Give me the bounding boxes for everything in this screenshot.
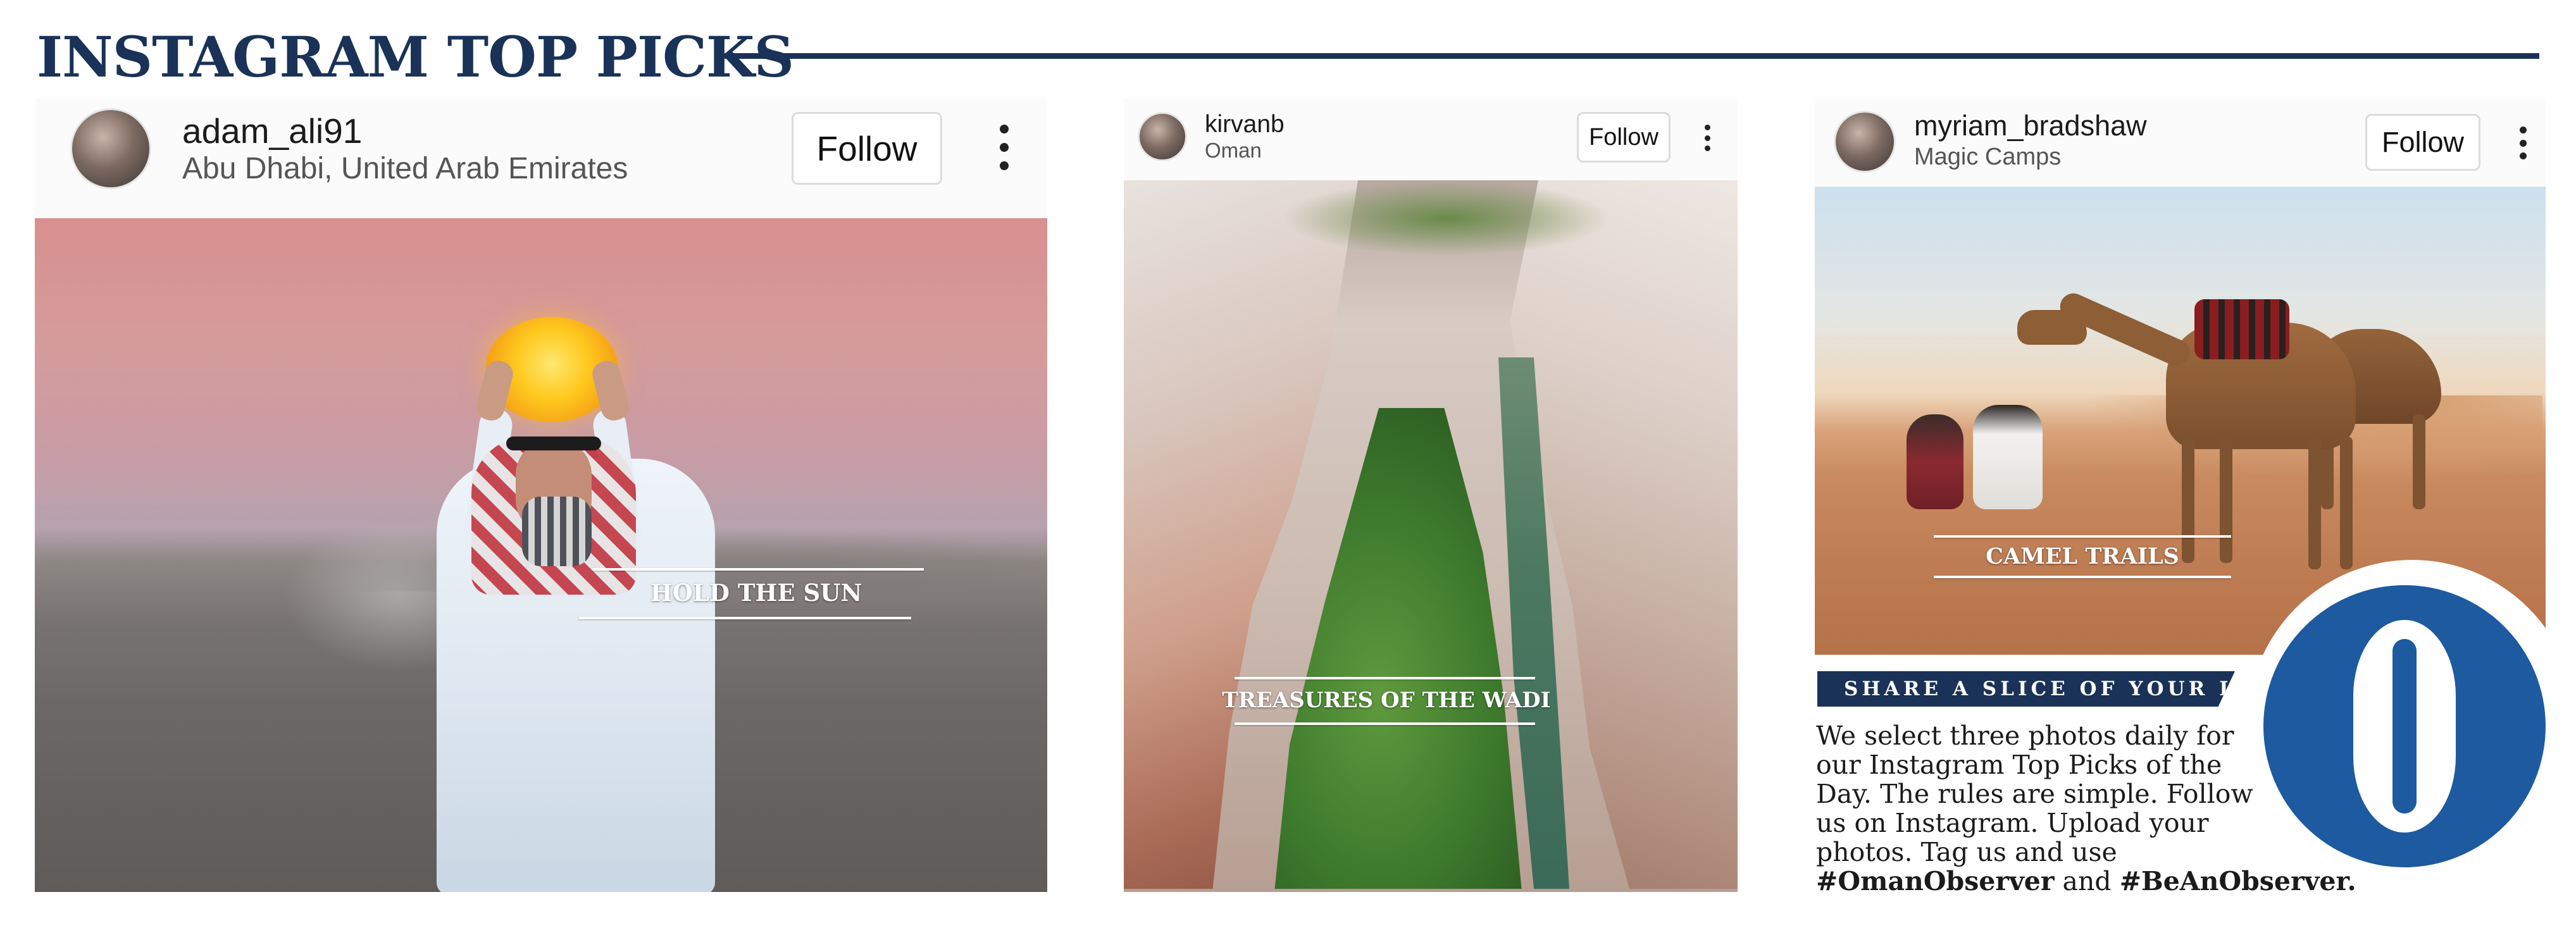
post-photo[interactable]: TREASURES OF THE WADI (1124, 180, 1738, 892)
photo-person (1973, 405, 2043, 509)
post-caption: CAMEL TRAILS (1986, 543, 2179, 569)
promo-line: We select three photos daily for (1816, 721, 2234, 751)
caption-rule-bottom (1235, 722, 1535, 725)
caption-rule-top (1934, 535, 2231, 538)
photo-camel-leg (2413, 414, 2425, 509)
photo-figure-hand (590, 358, 632, 423)
caption-rule-bottom (579, 617, 911, 619)
promo-line: our Instagram Top Picks of the (1816, 750, 2222, 780)
photo-trees (1282, 180, 1611, 256)
hashtag-be-an-observer[interactable]: #BeAnObserver. (2120, 866, 2356, 896)
more-vertical-icon[interactable] (2515, 127, 2530, 159)
post-photo[interactable]: HOLD THE SUN (35, 218, 1047, 892)
post-header: kirvanb Oman Follow (1124, 98, 1738, 180)
photo-camel-saddle (2194, 299, 2289, 359)
post-header: adam_ali91 Abu Dhabi, United Arab Emirat… (35, 98, 1047, 218)
post-location[interactable]: Abu Dhabi, United Arab Emirates (182, 151, 628, 186)
photo-camel-leg (2340, 437, 2353, 569)
promo-tag: SHARE A SLICE OF YOUR LIFE (1817, 671, 2235, 707)
more-vertical-icon[interactable] (995, 125, 1014, 170)
promo-line: us on Instagram. Upload your (1816, 808, 2209, 838)
photo-camel-head (2017, 310, 2087, 345)
promo-text: We select three photos daily for our Ins… (1816, 721, 2356, 896)
promo-connector: and (2062, 866, 2112, 896)
photo-figure-agal (506, 437, 601, 450)
post-card-2: kirvanb Oman Follow TREASURES OF THE WAD… (1124, 98, 1738, 892)
follow-button[interactable]: Follow (1577, 112, 1671, 163)
title-rule (725, 53, 2539, 59)
caption-rule-bottom (1934, 576, 2231, 578)
page-title: INSTAGRAM TOP PICKS (37, 24, 794, 90)
observer-logo-counter (2392, 639, 2417, 814)
avatar[interactable] (1834, 111, 1896, 173)
photo-figure-mask (522, 497, 592, 566)
avatar[interactable] (1138, 112, 1187, 161)
caption-rule-top (592, 568, 924, 571)
post-username[interactable]: kirvanb (1205, 111, 1285, 139)
promo-hashtag-line: #OmanObserver and #BeAnObserver. (1816, 866, 2356, 896)
hashtag-oman-observer[interactable]: #OmanObserver (1816, 866, 2055, 896)
promo-line: Day. The rules are simple. Follow (1816, 779, 2253, 809)
post-header: myriam_bradshaw Magic Camps Follow (1815, 98, 2546, 187)
post-location[interactable]: Magic Camps (1914, 144, 2061, 171)
follow-button[interactable]: Follow (2365, 114, 2480, 171)
post-location[interactable]: Oman (1205, 139, 1262, 163)
photo-person (1907, 414, 1963, 509)
caption-rule-top (1235, 677, 1535, 679)
avatar[interactable] (70, 108, 151, 189)
follow-button[interactable]: Follow (792, 112, 942, 185)
post-caption: TREASURES OF THE WADI (1222, 688, 1551, 713)
promo-line: photos. Tag us and use (1816, 837, 2117, 867)
post-username[interactable]: adam_ali91 (182, 111, 362, 151)
photo-camel-leg (2308, 437, 2321, 569)
post-card-1: adam_ali91 Abu Dhabi, United Arab Emirat… (35, 98, 1047, 892)
more-vertical-icon[interactable] (1700, 125, 1714, 151)
post-caption: HOLD THE SUN (650, 579, 862, 607)
post-username[interactable]: myriam_bradshaw (1914, 109, 2147, 142)
